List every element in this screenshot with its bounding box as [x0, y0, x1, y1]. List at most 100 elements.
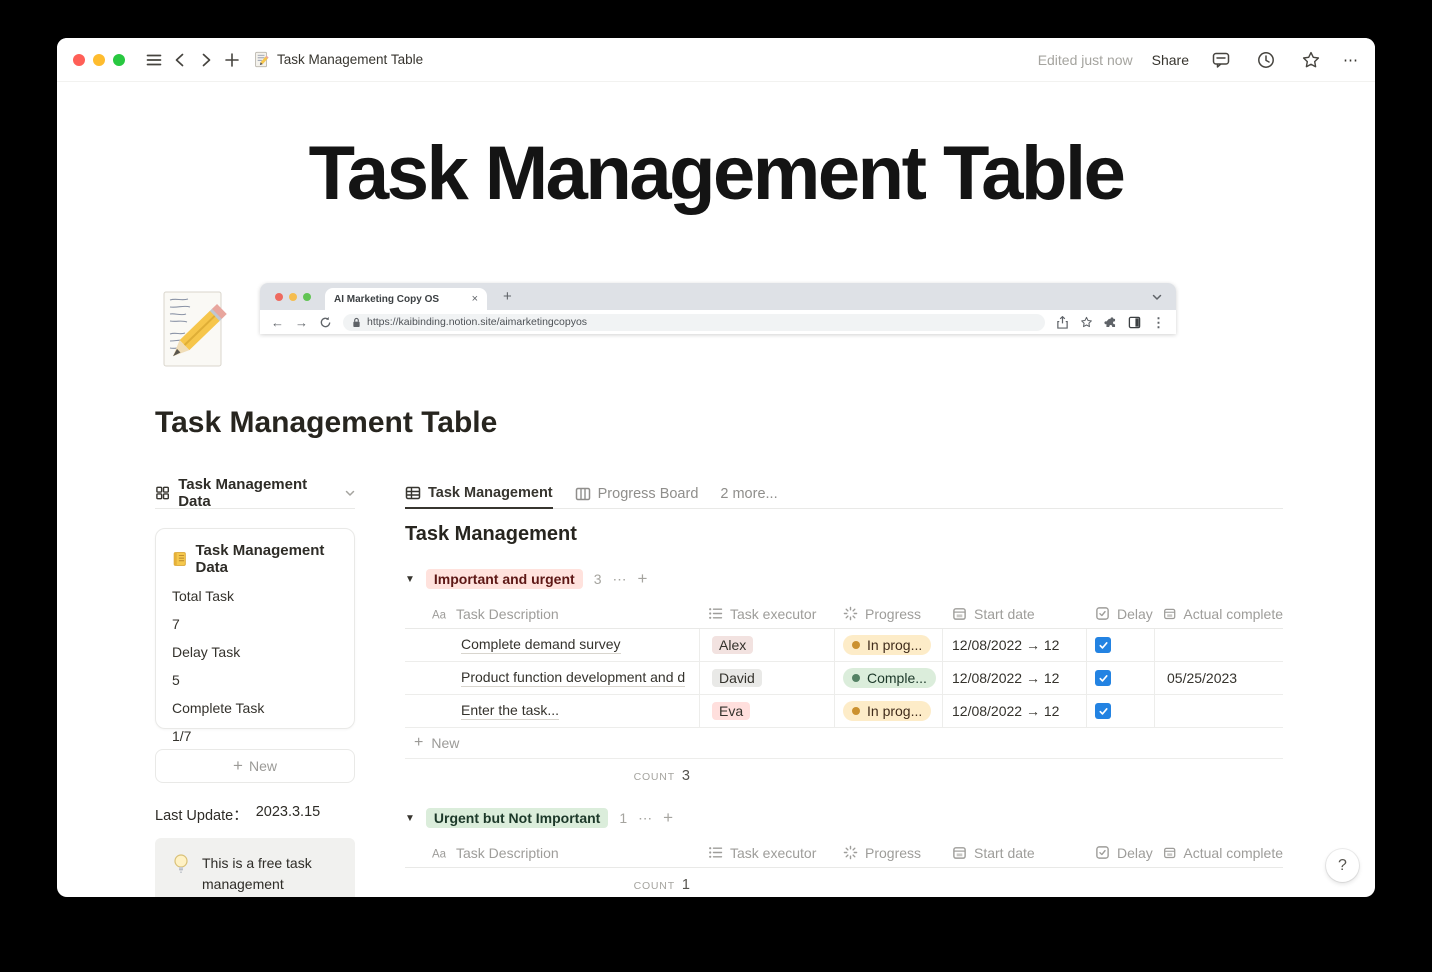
delay-checkbox-checked[interactable]: [1095, 703, 1111, 719]
browser-tab: AI Marketing Copy OS ×: [325, 288, 487, 310]
browser-address-bar: https://kaibinding.notion.site/aimarketi…: [343, 313, 1045, 331]
browser-forward-icon: →: [295, 314, 308, 330]
column-delay[interactable]: Delay: [1087, 838, 1155, 867]
column-start-date[interactable]: Start date: [943, 599, 1087, 628]
bookmark-star-icon: [1080, 316, 1093, 329]
close-window-button[interactable]: [73, 53, 85, 66]
lock-icon: [353, 317, 360, 327]
status-spinner-icon: [843, 845, 858, 860]
column-actual-complete[interactable]: Actual complete: [1155, 838, 1283, 867]
tab-close-icon: ×: [471, 293, 478, 305]
task-title-link[interactable]: Product function development and d: [461, 669, 686, 687]
memo-icon: [255, 51, 269, 68]
board-view-icon: [575, 487, 590, 500]
column-task-description[interactable]: Aa Task Description: [405, 838, 700, 867]
more-options-icon[interactable]: ⋯: [1343, 51, 1359, 69]
table-row: Complete demand survey Alex In prog... 1…: [405, 629, 1283, 662]
group-tag[interactable]: Urgent but Not Important: [425, 808, 609, 828]
last-update-label: Last Update：: [155, 808, 248, 824]
group-add-icon[interactable]: +: [637, 569, 647, 589]
page-title: Task Management Table: [155, 406, 498, 439]
profile-panel-icon: [1128, 316, 1141, 329]
breadcrumb[interactable]: Task Management Table: [253, 51, 423, 68]
view-selector[interactable]: Task Management Data: [155, 476, 355, 510]
sidebar-toggle-icon[interactable]: [141, 47, 167, 73]
collapse-triangle-icon[interactable]: ▼: [405, 574, 415, 585]
column-task-executor[interactable]: Task executor: [700, 838, 835, 867]
column-progress[interactable]: Progress: [835, 838, 943, 867]
tab-progress-board[interactable]: Progress Board: [575, 478, 698, 509]
browser-tabbar: AI Marketing Copy OS × +: [260, 283, 1176, 310]
browser-reload-icon: [319, 316, 332, 329]
zoom-window-button[interactable]: [113, 53, 125, 66]
minimize-window-button[interactable]: [93, 53, 105, 66]
share-page-icon: [1056, 315, 1069, 329]
plus-icon: +: [414, 734, 424, 751]
group-aggregate[interactable]: COUNT 1: [405, 868, 700, 897]
new-card-button[interactable]: + New: [155, 749, 355, 783]
stats-card[interactable]: Task Management Data Total Task 7 Delay …: [155, 528, 355, 744]
stat-label: Delay Task: [172, 644, 241, 660]
column-actual-complete[interactable]: Actual complete: [1155, 599, 1283, 628]
stat-label: Total Task: [172, 588, 234, 604]
tab-more-views[interactable]: 2 more...: [720, 478, 777, 509]
task-title-link[interactable]: Enter the task...: [461, 702, 560, 720]
calendar-icon: [1164, 608, 1176, 620]
browser-back-icon: ←: [271, 314, 284, 330]
new-row-button[interactable]: + New: [405, 728, 1283, 759]
tab-task-management[interactable]: Task Management: [405, 478, 553, 509]
new-tab-icon[interactable]: [219, 47, 245, 73]
start-date-cell: 12/08/2022 → 12: [943, 629, 1087, 661]
card-title: Task Management Data: [195, 542, 325, 576]
actual-complete-cell: [1155, 629, 1283, 661]
browser-screenshot-embed[interactable]: AI Marketing Copy OS × + ← → https://kai…: [260, 283, 1176, 334]
edited-status: Edited just now: [1037, 51, 1133, 68]
history-clock-icon[interactable]: [1253, 47, 1279, 73]
column-task-description[interactable]: Aa Task Description: [405, 599, 700, 628]
progress-tag: In prog...: [843, 635, 932, 655]
list-property-icon: [709, 608, 723, 619]
plus-icon: +: [233, 756, 243, 775]
group-aggregate[interactable]: COUNT 3: [405, 759, 700, 793]
svg-text:Aa: Aa: [432, 848, 447, 859]
executor-tag: Alex: [712, 636, 754, 654]
status-dot: [852, 641, 860, 649]
url-text: https://kaibinding.notion.site/aimarketi…: [367, 316, 588, 328]
group-options-icon[interactable]: ⋯: [612, 571, 626, 588]
delay-checkbox-checked[interactable]: [1095, 637, 1111, 653]
stat-value: 1/7: [172, 728, 192, 744]
task-title-link[interactable]: Complete demand survey: [461, 636, 621, 654]
group-tag[interactable]: Important and urgent: [425, 569, 583, 589]
comments-icon[interactable]: [1208, 47, 1234, 73]
actual-complete-cell: [1155, 695, 1283, 727]
favorite-star-icon[interactable]: [1298, 47, 1324, 73]
notion-app-window: Task Management Table Edited just now Sh…: [57, 38, 1375, 897]
column-task-executor[interactable]: Task executor: [700, 599, 835, 628]
text-property-icon: Aa: [432, 609, 447, 620]
nav-forward-icon[interactable]: [193, 47, 219, 73]
column-progress[interactable]: Progress: [835, 599, 943, 628]
group-add-icon[interactable]: +: [663, 808, 673, 828]
column-start-date[interactable]: Start date: [943, 838, 1087, 867]
cover-title: Task Management Table: [308, 131, 1126, 216]
start-date-cell: 12/08/2022 → 12: [943, 695, 1087, 727]
collapse-triangle-icon[interactable]: ▼: [405, 813, 415, 824]
status-dot: [852, 707, 860, 715]
help-button[interactable]: ?: [1326, 849, 1359, 882]
progress-tag: Comple...: [843, 668, 936, 688]
callout: This is a free task management system.: [155, 838, 355, 897]
database-view: Task Management Progress Board 2 more...…: [405, 478, 1283, 897]
svg-text:Aa: Aa: [432, 609, 447, 620]
delay-checkbox-checked[interactable]: [1095, 670, 1111, 686]
group-options-icon[interactable]: ⋯: [638, 810, 652, 827]
calendar-icon: [953, 847, 966, 859]
column-delay[interactable]: Delay: [1087, 599, 1155, 628]
traffic-lights: [73, 53, 125, 66]
executor-tag: Eva: [712, 702, 751, 720]
share-button[interactable]: Share: [1152, 52, 1189, 68]
table-row: Product function development and d David…: [405, 662, 1283, 695]
table-row: Enter the task... Eva In prog... 12/08/2…: [405, 695, 1283, 728]
nav-back-icon[interactable]: [167, 47, 193, 73]
table-view-icon: [405, 486, 421, 499]
callout-text: This is a free task management system.: [202, 855, 312, 893]
